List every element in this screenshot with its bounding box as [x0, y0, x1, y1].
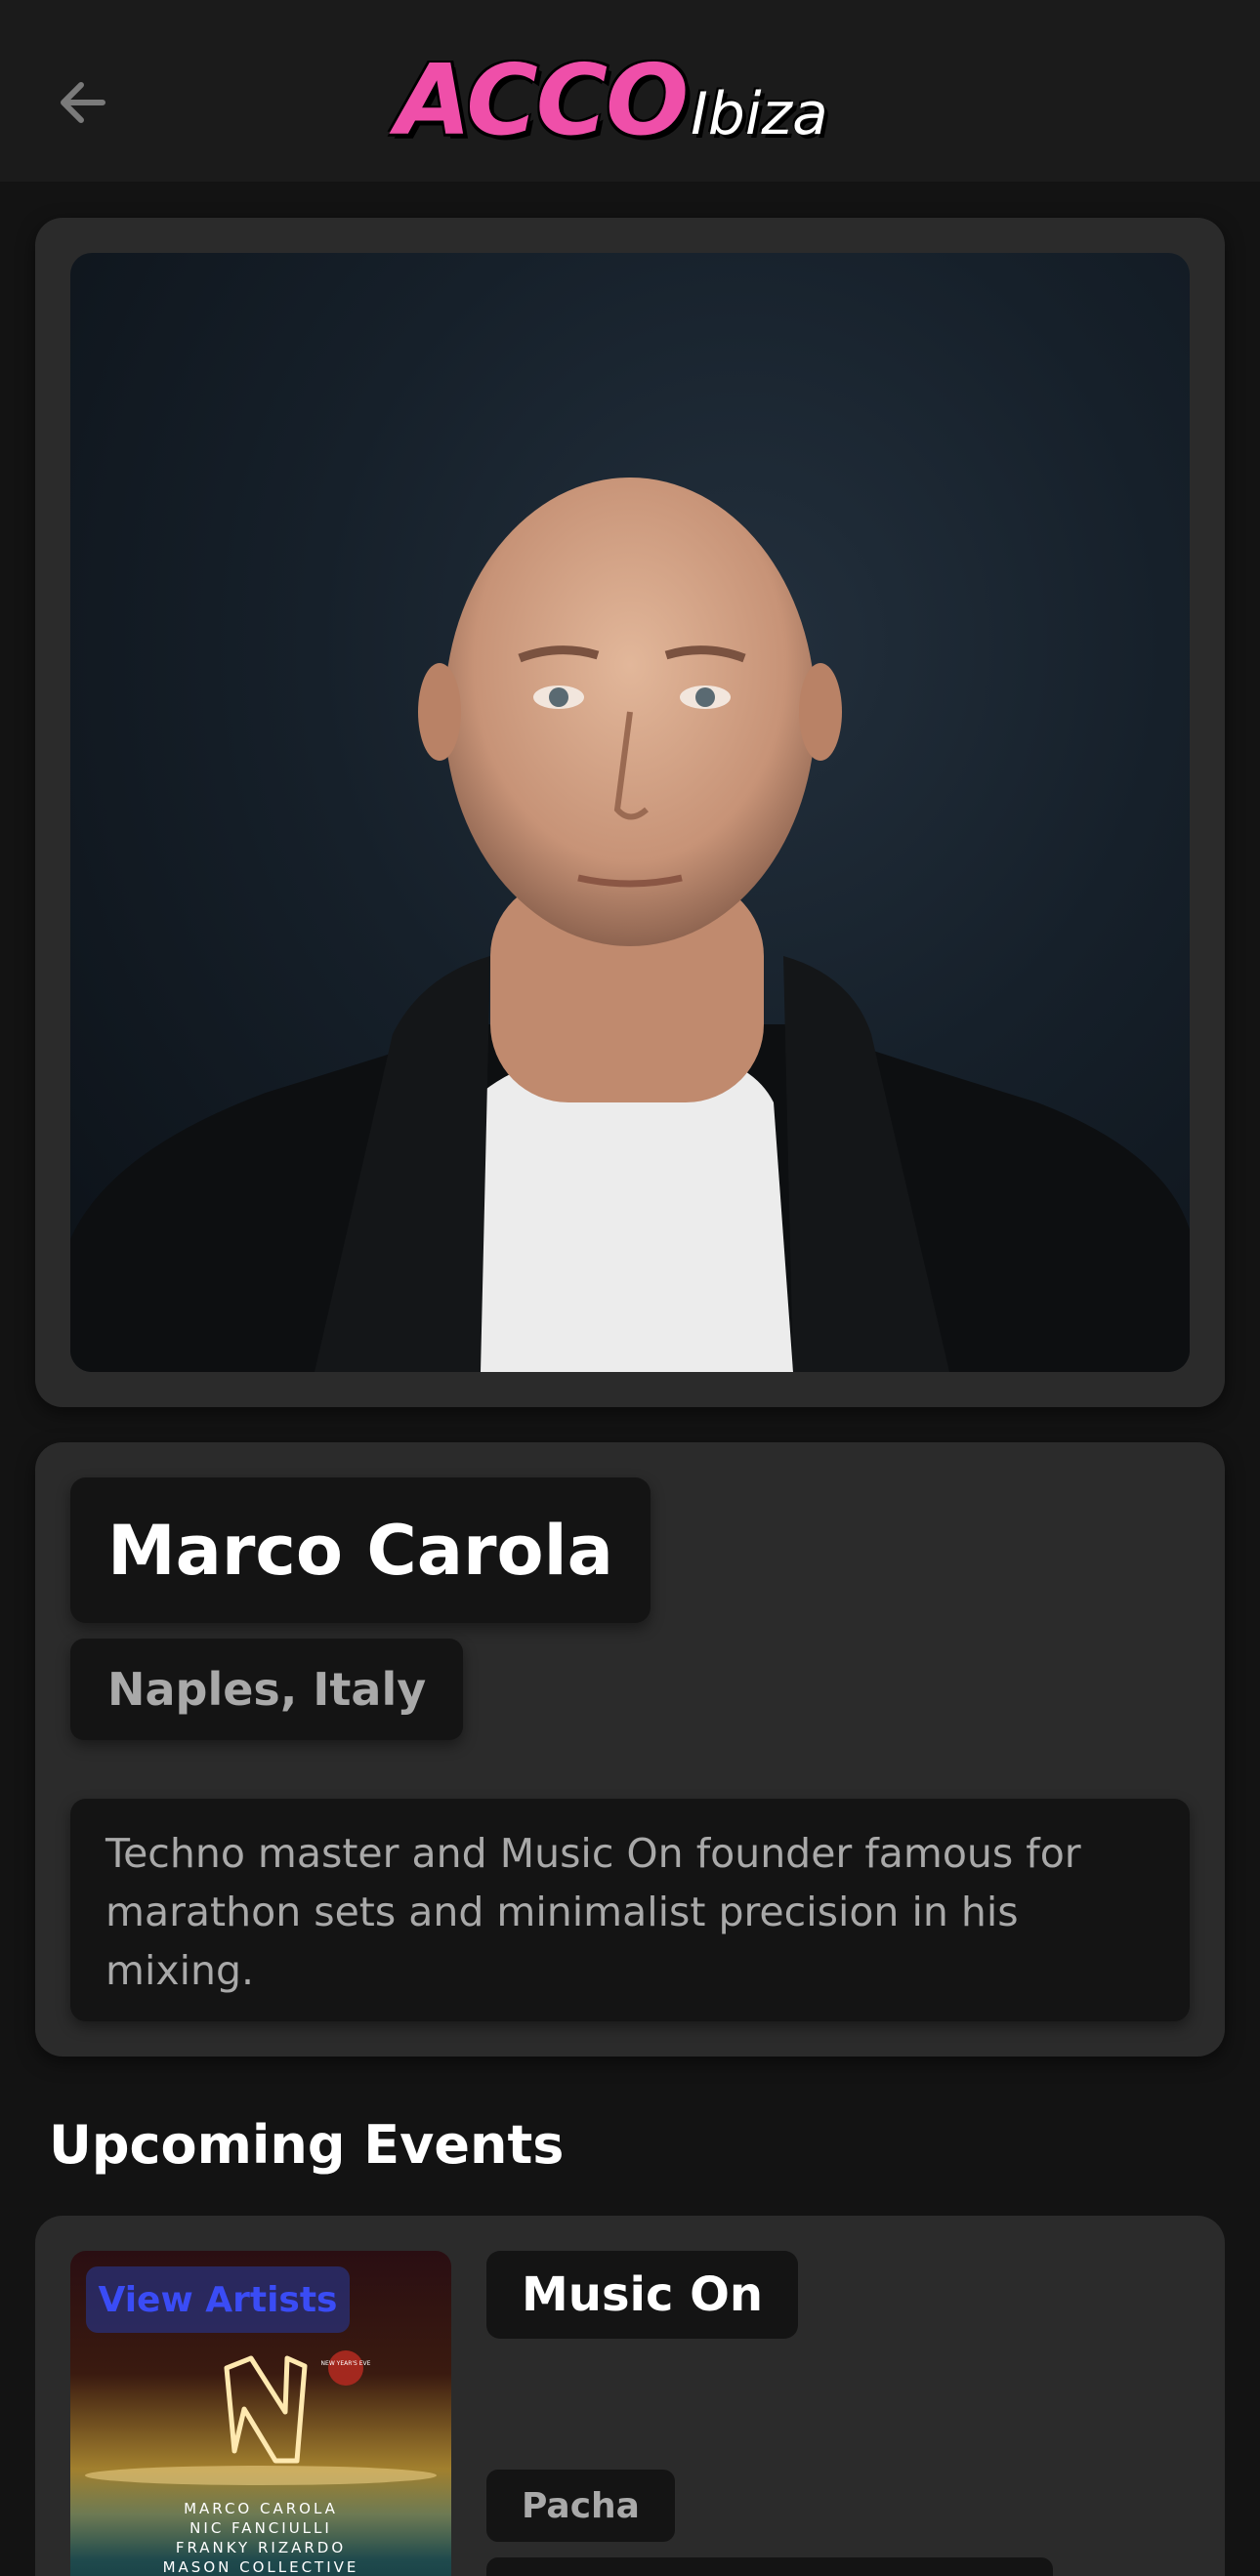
event-date-box: [486, 2557, 1053, 2576]
artist-location: Naples, Italy: [70, 1639, 464, 1740]
event-venue: Pacha: [486, 2470, 675, 2542]
view-artists-button[interactable]: View Artists: [86, 2266, 350, 2333]
poster-lineup: MARCO CAROLA NIC FANCIULLI FRANKY RIZARD…: [70, 2499, 451, 2576]
poster-line: FRANKY RIZARDO: [175, 2539, 347, 2556]
artist-name: Marco Carola: [70, 1477, 651, 1623]
event-poster[interactable]: NEW YEAR'S EVE View Artists MARCO CAROLA…: [70, 2251, 451, 2576]
upcoming-events-heading: Upcoming Events: [49, 2114, 565, 2176]
app-header: ACCO Ibiza: [0, 0, 1260, 182]
event-card[interactable]: NEW YEAR'S EVE View Artists MARCO CAROLA…: [35, 2216, 1225, 2576]
artist-portrait-image: [70, 478, 1190, 1372]
artist-bio: Techno master and Music On founder famou…: [70, 1799, 1190, 2021]
artist-info-card: Marco Carola Naples, Italy Techno master…: [35, 1442, 1225, 2057]
artist-photo: [70, 253, 1190, 1372]
arrow-left-icon: [61, 82, 105, 123]
app-logo[interactable]: ACCO Ibiza: [396, 43, 828, 157]
artist-photo-card: [35, 218, 1225, 1407]
logo-main-text: ACCO: [396, 43, 689, 157]
poster-line: MARCO CAROLA: [184, 2500, 338, 2517]
poster-line: NIC FANCIULLI: [189, 2519, 332, 2537]
logo-sub-text: Ibiza: [691, 80, 828, 148]
poster-badge: NEW YEAR'S EVE: [321, 2360, 371, 2367]
back-button[interactable]: [49, 68, 117, 137]
poster-line: MASON COLLECTIVE: [162, 2558, 359, 2576]
event-name: Music On: [486, 2251, 799, 2339]
